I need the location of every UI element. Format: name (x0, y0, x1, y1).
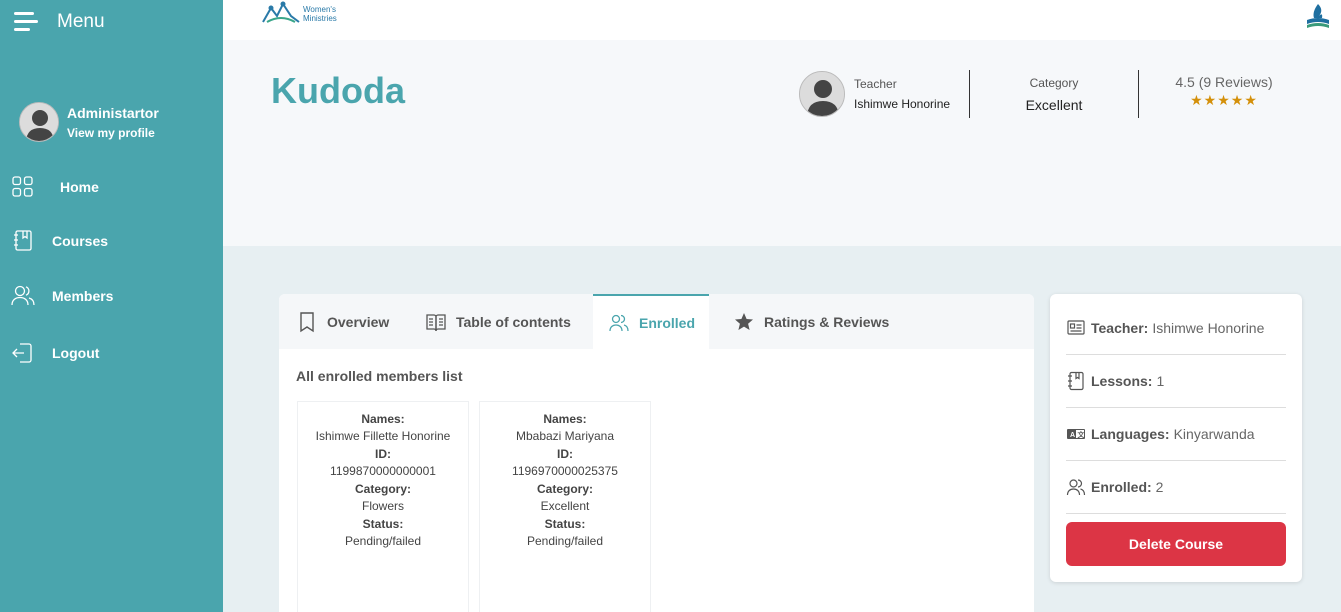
info-enrolled-label: Enrolled: (1091, 479, 1152, 495)
tab-overview[interactable]: Overview (296, 294, 389, 349)
notebook-icon (1068, 371, 1084, 391)
church-logo[interactable] (1305, 2, 1331, 35)
course-content-card: Overview Table of contents Enrolled Rati… (279, 294, 1034, 612)
member-id: 1196970000025375 (512, 464, 618, 478)
names-label: Names: (543, 412, 587, 426)
sidebar-item-label: Logout (52, 345, 100, 361)
menu-toggle[interactable]: Menu (14, 10, 105, 34)
sidebar-item-label: Home (60, 179, 99, 195)
member-name: Ishimwe Fillette Honorine (315, 429, 451, 443)
sidebar: Menu Administartor View my profile Home … (0, 0, 223, 612)
info-languages: A文 Languages: Kinyarwanda (1066, 408, 1286, 461)
sidebar-item-home[interactable]: Home (10, 172, 99, 202)
translate-icon: A文 (1067, 429, 1086, 439)
bookmark-icon (300, 311, 314, 332)
users-icon (1066, 479, 1086, 496)
member-card[interactable]: Names: Ishimwe Fillette Honorine ID: 119… (297, 401, 469, 612)
avatar (19, 102, 59, 142)
topbar: Women's Ministries (223, 0, 1341, 40)
view-profile-link[interactable]: View my profile (67, 126, 159, 140)
names-label: Names: (361, 412, 405, 426)
sidebar-item-label: Courses (52, 233, 109, 249)
svg-text:A: A (1070, 432, 1075, 439)
logout-icon (12, 343, 32, 363)
member-id: 1199870000000001 (330, 464, 436, 478)
course-header: Kudoda Teacher Ishimwe Honorine Category… (223, 40, 1341, 246)
category-label: Category (1029, 76, 1079, 90)
sidebar-item-label: Members (52, 288, 114, 304)
teacher-avatar (799, 71, 845, 117)
id-label: ID: (557, 447, 573, 461)
info-teacher-label: Teacher: (1091, 320, 1149, 336)
tab-label: Enrolled (639, 314, 696, 331)
sidebar-item-courses[interactable]: Courses (10, 226, 108, 256)
svg-text:文: 文 (1078, 430, 1086, 439)
page-title: Kudoda (271, 70, 405, 111)
info-teacher-value: Ishimwe Honorine (1152, 320, 1265, 336)
teacher-name: Ishimwe Honorine (854, 97, 951, 111)
users-icon (609, 314, 629, 331)
flame-book-icon (1307, 4, 1329, 28)
logo-text-line2: Ministries (303, 14, 337, 23)
category-label: Category: (536, 482, 593, 496)
menu-label: Menu (57, 11, 105, 32)
book-open-icon (426, 313, 446, 331)
member-status: Pending/failed (344, 534, 422, 548)
teacher-label: Teacher (854, 77, 897, 91)
tab-label: Overview (327, 313, 390, 330)
member-category: Flowers (361, 499, 404, 513)
grid-icon (12, 176, 33, 197)
logo-text-line1: Women's (303, 5, 336, 14)
status-label: Status: (362, 517, 404, 531)
course-info-card: Teacher: Ishimwe Honorine Lessons: 1 A文 … (1050, 294, 1302, 582)
info-languages-value: Kinyarwanda (1173, 426, 1255, 442)
notebook-icon (14, 230, 32, 251)
profile-block: Administartor View my profile (19, 102, 159, 142)
sidebar-item-logout[interactable]: Logout (10, 338, 99, 368)
id-label: ID: (375, 447, 391, 461)
sidebar-item-members[interactable]: Members (10, 281, 113, 311)
info-enrolled: Enrolled: 2 (1066, 461, 1286, 514)
info-lessons-label: Lessons: (1091, 373, 1153, 389)
tab-enrolled[interactable]: Enrolled (593, 294, 709, 349)
member-status: Pending/failed (526, 534, 604, 548)
enrolled-list-title: All enrolled members list (296, 368, 463, 384)
delete-course-button[interactable]: Delete Course (1066, 522, 1286, 566)
status-label: Status: (544, 517, 586, 531)
womens-ministries-logo-icon (262, 1, 300, 23)
users-icon (11, 285, 35, 306)
category-label: Category: (354, 482, 411, 496)
category-summary: Category Excellent (970, 76, 1138, 113)
hamburger-icon[interactable] (14, 12, 38, 32)
rating-summary: 4.5 (9 Reviews) ★★★★★ (1139, 74, 1309, 109)
member-name: Mbabazi Mariyana (515, 429, 615, 443)
rating-text: 4.5 (9 Reviews) (1175, 74, 1273, 90)
member-card[interactable]: Names: Mbabazi Mariyana ID: 119697000002… (479, 401, 651, 612)
category-value: Excellent (1025, 97, 1083, 113)
tab-ratings-reviews[interactable]: Ratings & Reviews (733, 294, 889, 349)
womens-ministries-logo[interactable]: Women's Ministries (261, 0, 337, 24)
teacher-summary: Teacher Ishimwe Honorine (799, 71, 950, 117)
member-category: Excellent (540, 499, 590, 513)
info-lessons-value: 1 (1156, 373, 1165, 389)
rating-stars: ★★★★★ (1190, 92, 1258, 108)
tab-table-of-contents[interactable]: Table of contents (425, 294, 571, 349)
tab-label: Ratings & Reviews (764, 313, 890, 330)
info-lessons: Lessons: 1 (1066, 355, 1286, 408)
id-card-icon (1067, 320, 1085, 335)
tab-bar: Overview Table of contents Enrolled Rati… (279, 294, 1034, 349)
profile-name: Administartor (67, 104, 159, 121)
info-teacher: Teacher: Ishimwe Honorine (1066, 302, 1286, 355)
star-icon (735, 312, 753, 330)
info-enrolled-value: 2 (1155, 479, 1164, 495)
info-languages-label: Languages: (1091, 426, 1170, 442)
tab-label: Table of contents (456, 313, 571, 330)
